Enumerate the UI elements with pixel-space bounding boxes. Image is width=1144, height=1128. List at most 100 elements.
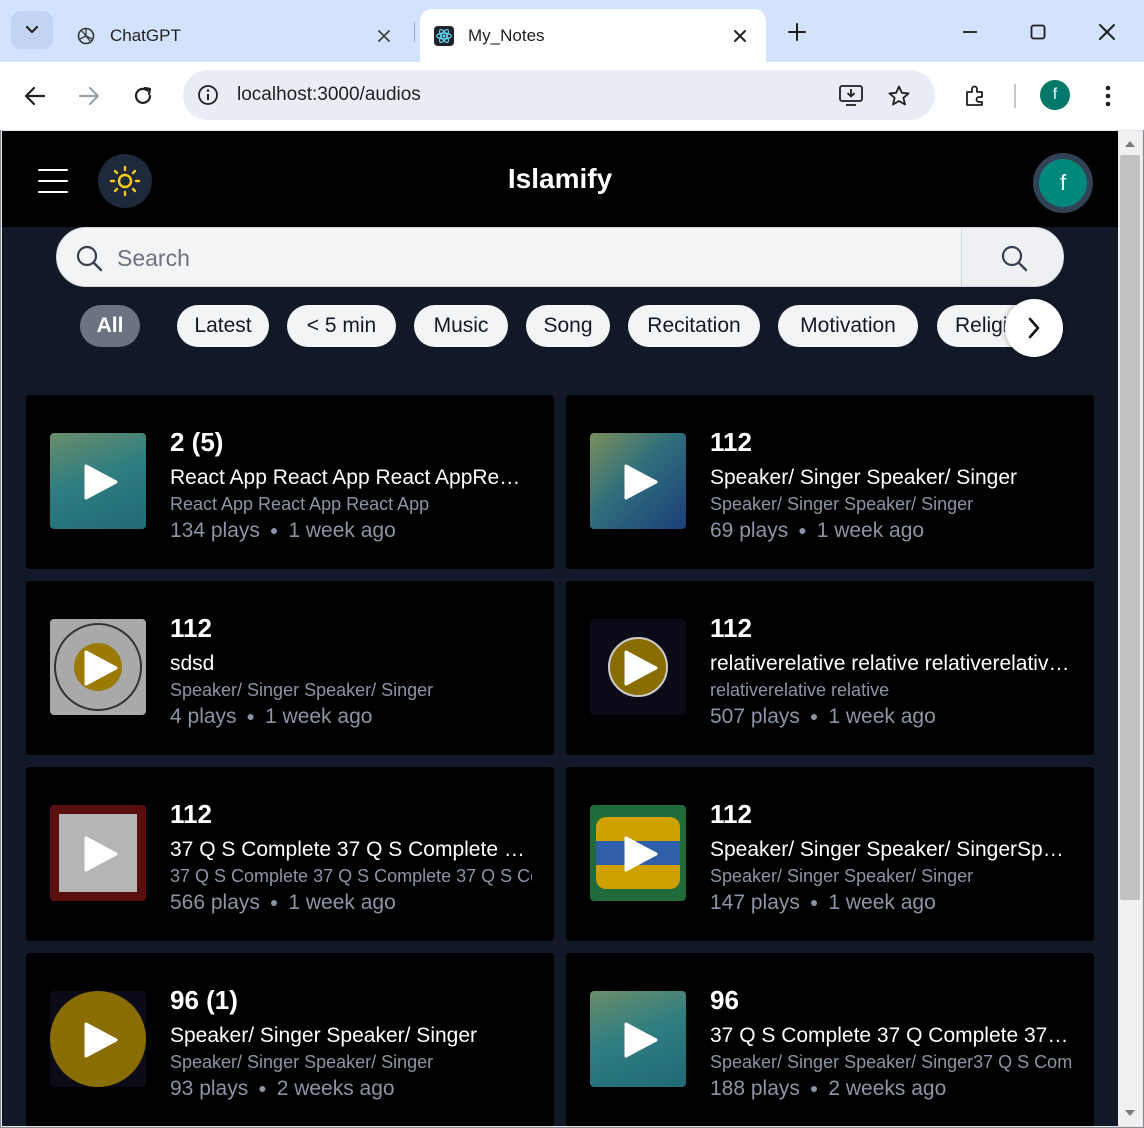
browser-toolbar: localhost:3000/audios f <box>0 62 1144 130</box>
audio-artist: Speaker/ Singer Speaker/ Singer37 Q S Co… <box>710 1052 1072 1072</box>
arrow-right-icon <box>78 86 100 106</box>
tab-search-button[interactable] <box>11 11 53 49</box>
reload-button[interactable] <box>123 76 163 116</box>
browser-tab-my-notes[interactable]: My_Notes <box>420 9 766 62</box>
audio-title[interactable]: 112 <box>710 613 752 644</box>
audio-meta: 147 plays ● 1 week ago <box>710 891 936 915</box>
browser-tab-strip: ChatGPT My_Notes <box>0 0 1144 62</box>
app-brand-title: Islamify <box>507 163 613 194</box>
audio-title[interactable]: 2 (5) <box>170 427 223 458</box>
chip-music[interactable]: Music <box>414 305 508 347</box>
close-icon <box>1099 24 1115 40</box>
tab-title: My_Notes <box>468 25 545 45</box>
meta-separator: ● <box>798 522 807 538</box>
chip-song[interactable]: Song <box>526 305 610 347</box>
search-icon <box>1001 245 1027 272</box>
minimize-icon <box>963 31 977 33</box>
toolbar-divider <box>1014 84 1016 108</box>
audio-thumbnail[interactable] <box>590 805 686 901</box>
chip-latest[interactable]: Latest <box>177 305 269 347</box>
audio-card[interactable]: 112 Speaker/ Singer Speaker/ SingerSpeake… <box>566 767 1094 941</box>
close-tab-icon[interactable] <box>728 24 752 48</box>
meta-separator: ● <box>809 1080 819 1096</box>
install-app-icon[interactable] <box>837 82 865 110</box>
extensions-button[interactable] <box>955 76 995 116</box>
forward-button[interactable] <box>69 76 109 116</box>
audio-card[interactable]: 112 sdsd Speaker/ Singer Speaker/ Singer 4 … <box>26 581 554 755</box>
page-scrollbar[interactable] <box>1118 131 1142 1126</box>
audio-artist: relativerelative relative <box>710 680 890 700</box>
audio-meta: 188 plays ● 2 weeks ago <box>710 1077 946 1101</box>
audio-card[interactable]: 96 37 Q S Complete 37 Q Complete 37 Q S C… <box>566 953 1094 1126</box>
audio-card[interactable]: 96 (1) Speaker/ Singer Speaker/ Singer Spe… <box>26 953 554 1126</box>
audio-title[interactable]: 112 <box>710 427 752 458</box>
scroll-up-arrow-icon[interactable] <box>1124 139 1136 149</box>
upload-age: 1 week ago <box>288 891 396 914</box>
url-text: localhost:3000/audios <box>237 84 421 105</box>
bookmark-star-icon[interactable] <box>885 82 913 110</box>
audio-artist: Speaker/ Singer Speaker/ Singer <box>710 494 974 514</box>
avatar-initial: f <box>1039 159 1087 207</box>
audio-subtitle: 37 Q S Complete 37 Q Complete 37 Q S Com… <box>710 1024 1070 1047</box>
play-count: 147 plays <box>710 891 800 914</box>
upload-age: 2 weeks ago <box>828 1077 947 1100</box>
kebab-menu-icon <box>1105 85 1111 107</box>
audio-title[interactable]: 112 <box>170 613 212 644</box>
audio-title[interactable]: 112 <box>170 799 212 830</box>
audio-card[interactable]: 112Speaker/ Singer Speaker/ SingerSpeake… <box>566 395 1094 569</box>
audio-thumbnail[interactable] <box>50 433 146 529</box>
play-icon <box>624 836 658 872</box>
scroll-down-arrow-icon[interactable] <box>1124 1108 1136 1118</box>
audio-thumbnail[interactable] <box>50 805 146 901</box>
chip-all[interactable]: All <box>80 305 140 347</box>
chips-scroll-right-button[interactable] <box>1005 299 1063 357</box>
chip-motivation[interactable]: Motivation <box>778 305 918 347</box>
audio-thumbnail[interactable] <box>590 619 686 715</box>
new-tab-button[interactable] <box>781 16 813 48</box>
upload-age: 1 week ago <box>828 705 936 728</box>
browser-tab-chatgpt[interactable]: ChatGPT <box>62 9 410 62</box>
audio-title[interactable]: 96 <box>710 985 739 1016</box>
audio-thumbnail[interactable] <box>50 619 146 715</box>
reload-icon <box>134 86 152 104</box>
browser-profile-avatar[interactable]: f <box>1040 80 1070 110</box>
search-submit-button[interactable] <box>961 228 1063 286</box>
scrollbar-thumb[interactable] <box>1120 155 1140 900</box>
audio-meta: 134 plays ● 1 week ago <box>170 519 396 543</box>
site-info-icon[interactable] <box>195 82 221 108</box>
user-avatar[interactable]: f <box>1033 153 1093 213</box>
search-input[interactable] <box>117 240 917 276</box>
audio-thumbnail[interactable] <box>590 433 686 529</box>
plus-icon <box>788 23 806 41</box>
chevron-down-icon <box>25 25 39 34</box>
play-icon <box>84 464 118 500</box>
search-bar <box>56 227 1064 287</box>
audio-subtitle: Speaker/ Singer Speaker/ SingerSpeaker/ … <box>710 838 1070 861</box>
address-bar[interactable]: localhost:3000/audios <box>183 70 935 120</box>
meta-separator: ● <box>258 1080 267 1096</box>
back-button[interactable] <box>15 76 55 116</box>
audio-artist: Speaker/ Singer Speaker/ Singer <box>170 1052 434 1072</box>
maximize-button[interactable] <box>1020 14 1056 50</box>
chip-under-5-min[interactable]: < 5 min <box>287 305 396 347</box>
chip-recitation[interactable]: Recitation <box>628 305 760 347</box>
minimize-button[interactable] <box>952 14 988 50</box>
close-tab-icon[interactable] <box>372 24 396 48</box>
meta-separator: ● <box>809 894 819 910</box>
page-viewport: Islamify f All Latest < 5 min Music Song… <box>2 131 1118 1126</box>
audio-meta: 566 plays ● 1 week ago <box>170 891 396 915</box>
upload-age: 1 week ago <box>288 519 396 542</box>
audio-thumbnail[interactable] <box>50 991 146 1087</box>
audio-thumbnail[interactable] <box>590 991 686 1087</box>
audio-card[interactable]: 112 37 Q S Complete 37 Q S Complete 37 Q … <box>26 767 554 941</box>
chatgpt-icon <box>76 26 96 46</box>
audio-card[interactable]: 112 relativerelative relative relativerel… <box>566 581 1094 755</box>
audio-title[interactable]: 112 <box>710 799 752 830</box>
browser-menu-button[interactable] <box>1088 76 1128 116</box>
audio-title[interactable]: 96 (1) <box>170 985 238 1016</box>
close-window-button[interactable] <box>1089 14 1125 50</box>
upload-age: 1 week ago <box>828 891 936 914</box>
play-icon <box>624 464 658 500</box>
category-chips: All Latest < 5 min Music Song Recitation… <box>80 305 1062 349</box>
audio-card[interactable]: 2 (5) React App React App React AppReact … <box>26 395 554 569</box>
